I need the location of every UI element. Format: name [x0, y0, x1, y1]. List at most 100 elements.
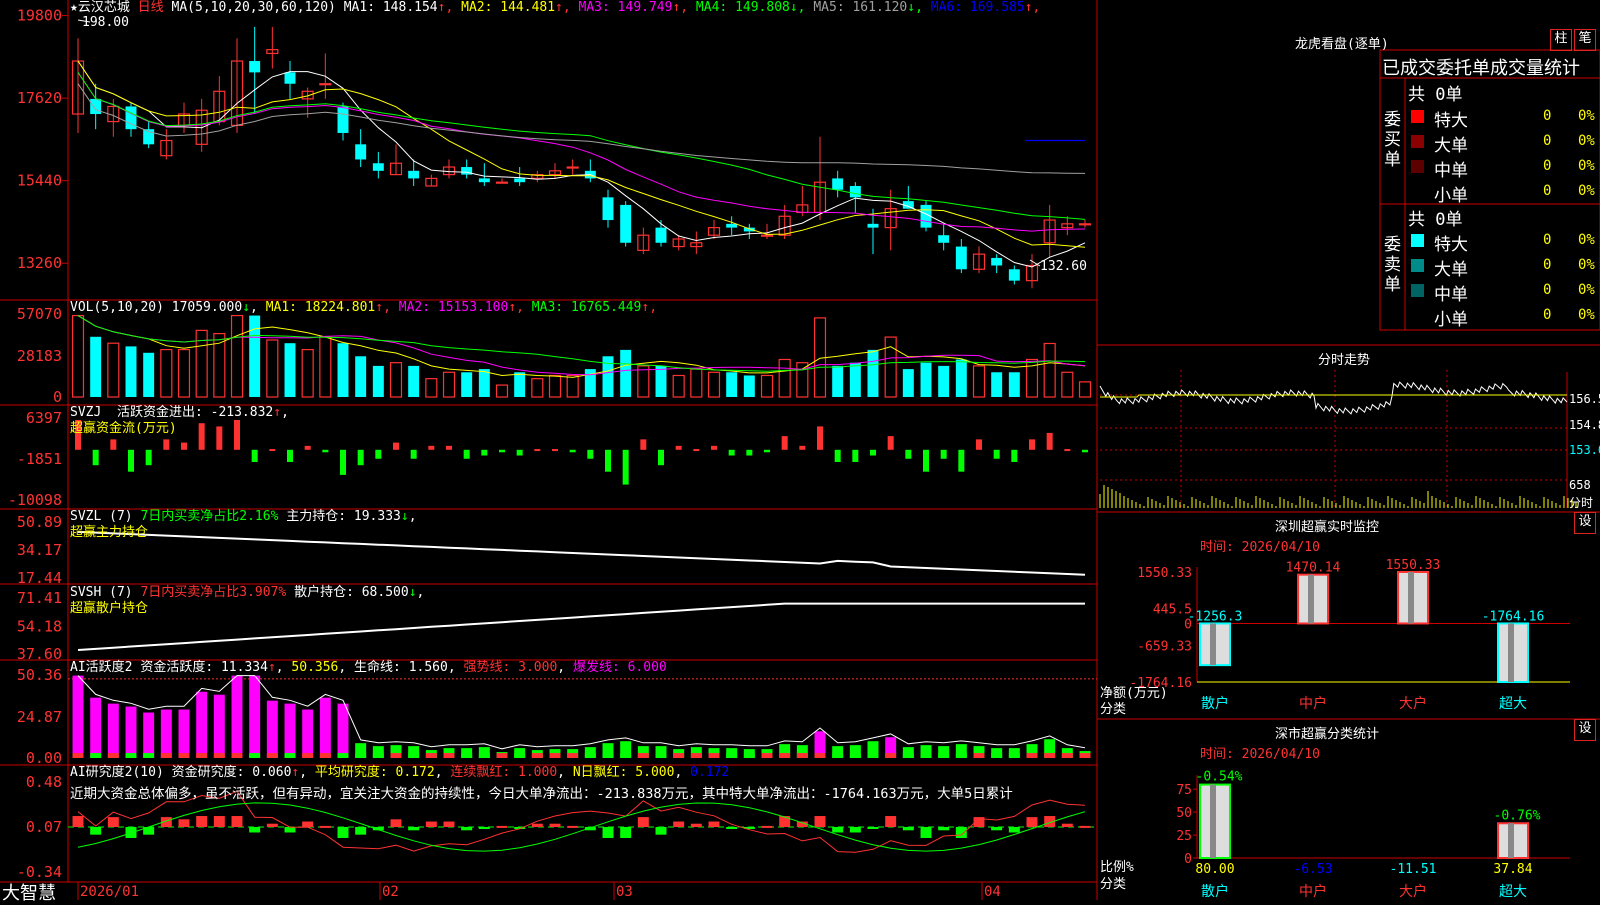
vol-ma-line-2 [77, 315, 1086, 376]
ai1-tick-1: 24.87 [17, 708, 62, 726]
vol-bar [796, 362, 809, 398]
ai2-bar [496, 825, 508, 828]
vol-title-row: VOL(5,10,20) 17059.000↓, MA1: 18224.801↑… [70, 300, 658, 315]
period-label[interactable]: 日线 [138, 0, 164, 15]
svzj-arrow: ↑ [273, 405, 282, 420]
ai1-bar [178, 709, 190, 758]
ma-value-4: MA4: 149.808 [688, 0, 790, 15]
sell-row-pct-0: 0% [1578, 232, 1595, 248]
ai1-base [178, 753, 190, 758]
candle-body [760, 234, 774, 237]
svzj-bar [534, 449, 541, 452]
ai1-burst: 爆发线: 6.000 [572, 660, 667, 675]
szmon-settings-button[interactable]: 设 [1574, 512, 1596, 534]
svzj-bar [322, 449, 329, 453]
ma-value-5: MA5: 161.120 [805, 0, 908, 15]
ma-line-4 [77, 72, 1086, 220]
ai1-base [461, 753, 473, 758]
svzj-bar [587, 449, 594, 459]
szcls-settings-button[interactable]: 设 [1574, 719, 1596, 741]
ai1-v1: 11.334 [220, 660, 268, 675]
sell-row-name-2: 中单 [1434, 285, 1468, 305]
ai1-base [920, 753, 932, 758]
szmon-tick-0: 1550.33 [1137, 566, 1192, 581]
ai1-base [390, 753, 402, 758]
fenshi-tick-3: 658 [1569, 478, 1591, 492]
ai2-bar [425, 821, 437, 827]
ai2-bar [955, 827, 967, 838]
ma-line-5 [77, 83, 1086, 174]
ai2-bar [726, 827, 738, 829]
ai2-comment: 近期大资金总体偏多，虽不活跃，但有异动，宜关注大资金的持续性，今日大单净流出：-… [70, 786, 1013, 802]
high-price-label: 198.00 [82, 15, 129, 30]
ai1-base [584, 753, 596, 758]
stock-name[interactable]: 云汉芯城 [78, 0, 130, 15]
ai2-bar [408, 827, 420, 831]
ai2-bar [284, 827, 296, 833]
candle-body [955, 246, 967, 270]
ai2-bar [178, 819, 190, 827]
ai2-bar [832, 827, 844, 833]
vol-ma-line-3 [77, 315, 1086, 372]
ai1-base [90, 753, 102, 758]
ma-arrow-4: ↓, [789, 0, 806, 15]
svzl-value: 19.333 [353, 509, 401, 524]
svzj-bar [304, 445, 311, 450]
vol-params: VOL(5,10,20) [70, 300, 164, 315]
szmon-bar-shade-0 [1210, 623, 1216, 666]
ai2-cont: 连续飘红: 1.000 [450, 765, 558, 780]
ai1-base [690, 753, 702, 758]
price-tick-0: 19800 [17, 7, 62, 25]
szcls-cat-2: 大户 [1399, 883, 1427, 900]
ai2-bar [196, 816, 208, 827]
svzj-bar [499, 449, 505, 453]
brand-logo: 大智慧 [2, 883, 56, 904]
ai2-bar [90, 827, 102, 835]
szmon-time: 时间: 2026/04/10 [1200, 540, 1320, 555]
vol-bar [143, 352, 155, 397]
vol-bar [707, 371, 721, 398]
ai1-base [514, 753, 526, 758]
favorite-star-icon[interactable]: ★ [70, 0, 78, 15]
ai1-title-row: AI活跃度2 资金活跃度: 11.334↑, 50.356, 生命线: 1.56… [70, 660, 667, 675]
vol-bar [884, 336, 897, 398]
ai2-bar [1026, 817, 1038, 827]
szcls-tick-3: 0 [1184, 852, 1192, 867]
ai2-bar [478, 827, 490, 829]
ai1-label: 资金活跃度: [140, 660, 214, 675]
ai1-base [1079, 753, 1091, 758]
szmon-value-3: -1764.16 [1482, 609, 1545, 624]
svzj-bar [1082, 449, 1088, 453]
fenshi-tick-0: 156.5 [1569, 392, 1600, 406]
szcls-title: 深市超赢分类统计 [1275, 727, 1380, 742]
ai1-base [496, 753, 508, 758]
szmon-cat-2: 大户 [1399, 695, 1427, 712]
x-label-2: 03 [616, 884, 633, 900]
vol-bar [107, 342, 120, 398]
svzl-arrow: ↓ [400, 509, 409, 524]
ma-line-3 [77, 72, 1086, 232]
vol-bar [690, 368, 703, 398]
ai1-base [531, 753, 543, 758]
szmon-tick-3: -659.33 [1137, 639, 1192, 654]
ma-value-1: MA1: 148.154 [343, 0, 438, 15]
vol-bar [389, 362, 403, 398]
svzj-bar [958, 449, 965, 472]
ai1-base [425, 753, 437, 758]
sell-row-name-0: 特大 [1434, 235, 1468, 255]
ai1-bar [90, 697, 102, 758]
svzj-bar [393, 442, 399, 450]
ai1-base [231, 753, 243, 758]
ai2-bar [690, 823, 702, 827]
ai2-bar [531, 823, 543, 827]
tick-mode-button[interactable]: 笔 [1574, 29, 1596, 51]
ai2-bar [319, 825, 331, 828]
candle-body [1078, 223, 1092, 226]
candle-body [478, 178, 490, 183]
svzj-bar [905, 449, 912, 459]
bar-mode-button[interactable]: 柱 [1550, 29, 1572, 51]
candle-body [938, 235, 950, 243]
sell-row-name-3: 小单 [1434, 310, 1468, 330]
ai2-bar [867, 827, 879, 829]
vol-bar [266, 339, 279, 398]
